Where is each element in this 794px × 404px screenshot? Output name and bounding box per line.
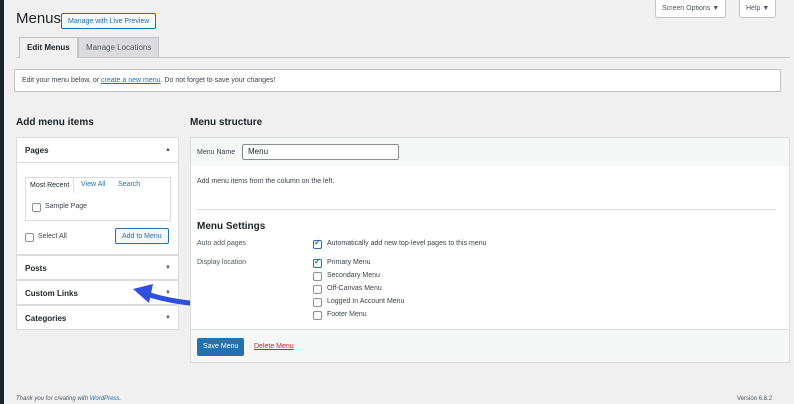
version-text: Version 6.8.2: [737, 396, 773, 402]
footer-menu-checkbox[interactable]: [313, 311, 322, 320]
delete-menu-link[interactable]: Delete Menu: [254, 343, 294, 350]
categories-panel-title[interactable]: Categories: [25, 314, 66, 323]
manage-live-preview-button[interactable]: Manage with Live Preview: [61, 13, 157, 29]
footer-thanks-prefix: Thank you for creating with: [16, 396, 90, 402]
posts-panel-title[interactable]: Posts: [25, 264, 47, 273]
footer-thanks: Thank you for creating with WordPress.: [16, 396, 121, 402]
admin-page: Menus Manage with Live Preview Screen Op…: [4, 0, 794, 404]
instructions-text: Add menu items from the column on the le…: [197, 178, 335, 185]
location-label: Secondary Menu: [327, 272, 380, 279]
pages-list-box: Most Recent View All Search Sample Page: [25, 177, 171, 221]
logged-in-account-menu-checkbox[interactable]: [313, 298, 322, 307]
screen-options-button[interactable]: Screen Options ▼: [655, 0, 727, 18]
menu-structure-heading: Menu structure: [190, 117, 263, 128]
posts-panel[interactable]: Posts ▼: [16, 255, 179, 280]
location-label: Off-Canvas Menu: [327, 285, 382, 292]
subtab-view-all[interactable]: View All: [81, 181, 105, 188]
location-label: Footer Menu: [327, 311, 367, 318]
location-label: Logged In Account Menu: [327, 298, 405, 305]
wordpress-link[interactable]: WordPress: [90, 396, 120, 402]
sample-page-label: Sample Page: [45, 203, 88, 210]
notice-prefix: Edit your menu below, or: [22, 77, 101, 84]
secondary-menu-checkbox[interactable]: [313, 272, 322, 281]
help-button[interactable]: Help ▼: [739, 0, 777, 18]
subtab-most-recent[interactable]: Most Recent: [25, 177, 75, 193]
tab-divider: [16, 57, 790, 58]
footer-thanks-suffix: .: [119, 396, 122, 402]
tab-manage-locations[interactable]: Manage Locations: [78, 37, 160, 57]
location-label: Primary Menu: [327, 259, 371, 266]
collapse-arrow-icon[interactable]: ▲: [165, 147, 171, 153]
notice-suffix: . Do not forget to save your changes!: [160, 77, 276, 84]
tab-edit-menus[interactable]: Edit Menus: [19, 37, 78, 58]
edit-notice: Edit your menu below, or create a new me…: [14, 69, 781, 92]
pages-panel: Pages ▲ Most Recent View All Search Samp…: [16, 137, 179, 255]
create-new-menu-link[interactable]: create a new menu: [101, 77, 161, 84]
select-all-checkbox[interactable]: [25, 233, 34, 242]
auto-add-checkbox[interactable]: [313, 238, 322, 249]
auto-add-option-label: Automatically add new top-level pages to…: [327, 240, 487, 247]
settings-divider: [196, 209, 776, 210]
expand-arrow-icon[interactable]: ▼: [165, 265, 171, 271]
off-canvas-menu-checkbox[interactable]: [313, 285, 322, 294]
primary-menu-checkbox[interactable]: [313, 257, 322, 268]
menu-name-input[interactable]: Menu: [242, 144, 399, 160]
display-location-label: Display location: [197, 259, 247, 266]
page-title: Menus: [16, 10, 62, 27]
select-all-label: Select All: [38, 233, 67, 240]
menu-name-label: Menu Name: [197, 149, 236, 156]
menu-settings-heading: Menu Settings: [197, 221, 266, 232]
menu-structure-body: [190, 166, 790, 329]
pages-panel-title[interactable]: Pages: [25, 146, 49, 155]
sample-page-checkbox[interactable]: [32, 203, 41, 212]
auto-add-label: Auto add pages: [197, 240, 247, 247]
add-to-menu-button[interactable]: Add to Menu: [115, 228, 169, 244]
subtab-search[interactable]: Search: [118, 181, 140, 188]
custom-links-panel-title[interactable]: Custom Links: [25, 289, 78, 298]
add-menu-items-heading: Add menu items: [16, 117, 94, 128]
save-menu-button[interactable]: Save Menu: [197, 338, 245, 356]
panel-divider: [17, 162, 178, 163]
